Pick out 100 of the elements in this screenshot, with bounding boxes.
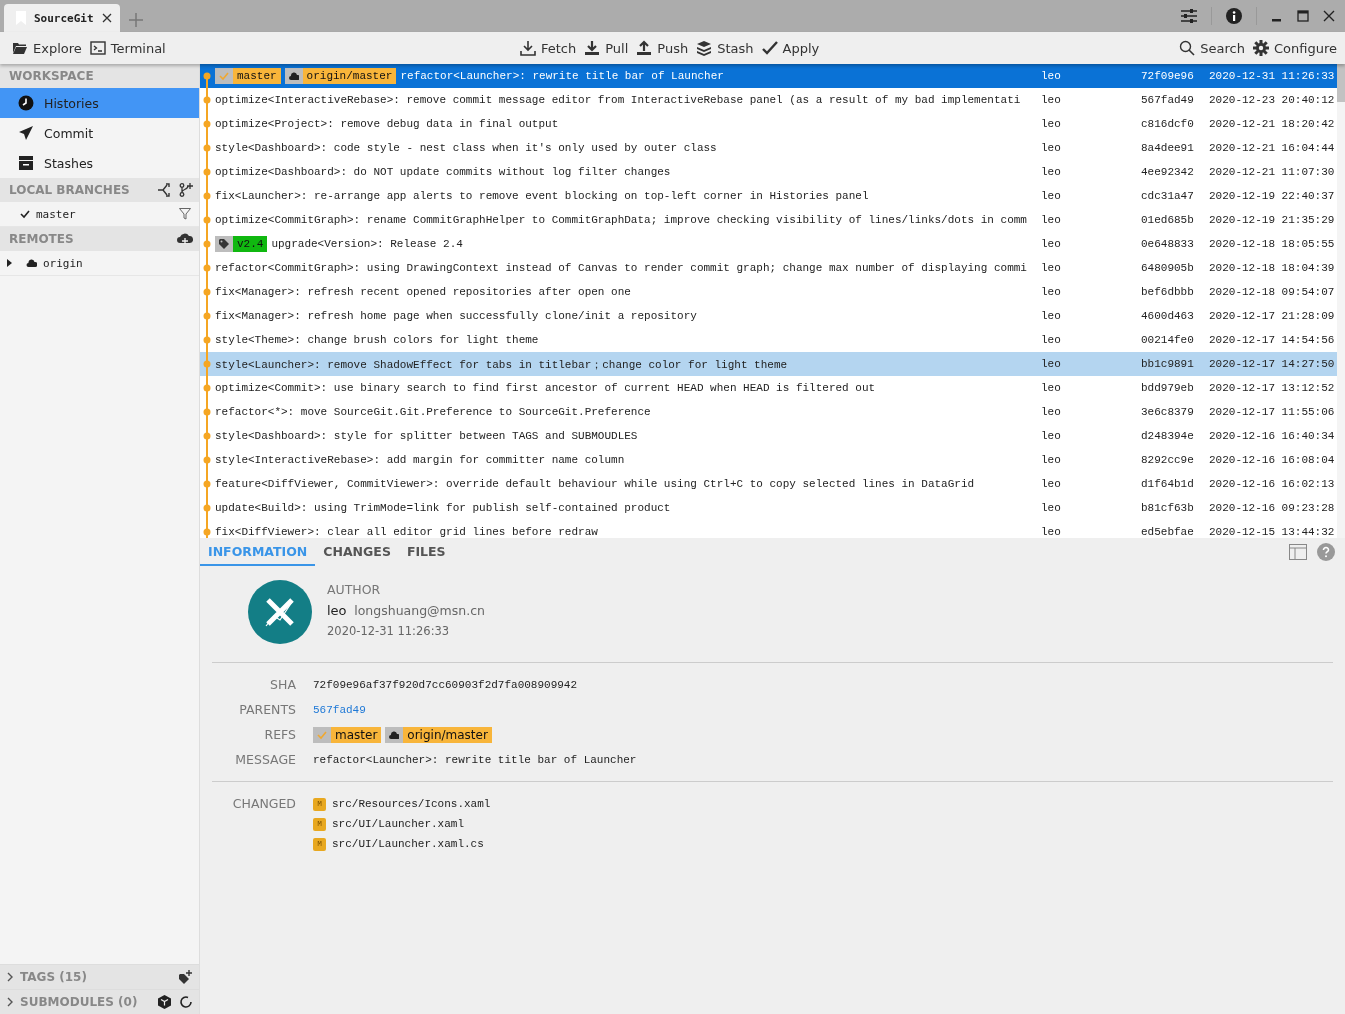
commit-author: leo xyxy=(1041,478,1062,490)
sidebar-item[interactable]: Stashes xyxy=(0,148,199,178)
toolbar-button[interactable]: Apply xyxy=(757,35,824,61)
commit-row[interactable]: v2.4 upgrade<Version>: Release 2.4 leo 0e648833 2020-12-18 18:05:55 xyxy=(200,232,1337,256)
commit-time: 2020-12-23 20:40:12 xyxy=(1209,94,1335,106)
field-label: PARENTS xyxy=(238,702,296,717)
close-icon[interactable] xyxy=(1323,10,1335,22)
ref-label: master xyxy=(331,726,382,743)
cube-icon[interactable] xyxy=(158,995,171,1009)
commit-row[interactable]: optimize<Project>: remove debug data in final output leo c816dcf0 2020-12-21 18:20:42 xyxy=(200,112,1337,136)
commit-message: optimize<Commit>: use binary search to find first ancestor of current HEAD when HEAD is filtered out xyxy=(215,382,876,394)
commit-sha: c816dcf0 xyxy=(1141,118,1195,130)
toolbar-button[interactable]: Pull xyxy=(580,35,633,61)
commit-sha: 4ee92342 xyxy=(1141,166,1195,178)
cloud-icon xyxy=(288,72,299,80)
commit-author: leo xyxy=(1041,526,1062,538)
new-branch-icon[interactable] xyxy=(179,183,193,197)
commit-row[interactable]: optimize<InteractiveRebase>: remove commit message editor from InteractiveRebase panel (as a result of my bad implementati leo 567fad49 2020-12-23 20:40:12 xyxy=(200,88,1337,112)
sliders-icon[interactable] xyxy=(1181,8,1197,24)
refresh-icon[interactable] xyxy=(179,995,193,1009)
help-icon[interactable] xyxy=(1317,543,1335,561)
close-icon[interactable] xyxy=(101,13,112,23)
branch-name[interactable]: master xyxy=(36,207,76,221)
commit-sha: ed5ebfae xyxy=(1141,526,1195,538)
commit-row[interactable]: optimize<CommitGraph>: rename CommitGraphHelper to CommitGraphData; improve checking visibility of lines/links/dots in comm leo 01ed685b 2020-12-19 21:35:29 xyxy=(200,208,1337,232)
toolbar-button[interactable]: Configure xyxy=(1249,35,1341,61)
commit-row[interactable]: update<Build>: using TrimMode=link for publish self-contained product leo b81cf63b 2020-12-16 09:23:28 xyxy=(200,496,1337,520)
commit-sha: 3e6c8379 xyxy=(1141,406,1195,418)
commit-sha: b81cf63b xyxy=(1141,502,1195,514)
commit-row[interactable]: style<InteractiveRebase>: add margin for committer name column leo 8292cc9e 2020-12-16 16:08:04 xyxy=(200,448,1337,472)
commit-sha: 567fad49 xyxy=(1141,94,1195,106)
ref-label: origin/master xyxy=(302,68,397,84)
toolbar-button[interactable]: Explore xyxy=(8,35,86,61)
settings-icon xyxy=(1253,40,1269,56)
commit-row[interactable]: optimize<Commit>: use binary search to find first ancestor of current HEAD when HEAD is filtered out leo bdd979eb 2020-12-17 13:12:52 xyxy=(200,376,1337,400)
commit-time: 2020-12-17 13:12:52 xyxy=(1209,382,1335,394)
commit-message: refactor<*>: move SourceGit.Git.Preference to SourceGit.Preference xyxy=(215,406,651,418)
cabinet-icon xyxy=(18,155,34,171)
tag-add-icon[interactable] xyxy=(179,970,193,984)
collapsed-arrow-icon[interactable] xyxy=(6,259,12,267)
scrollbar[interactable] xyxy=(1337,64,1345,102)
commit-time: 2020-12-16 09:23:28 xyxy=(1209,502,1335,514)
commit-author: leo xyxy=(1041,382,1062,394)
commit-row[interactable]: refactor<CommitGraph>: using DrawingContext instead of Canvas to render commit graph; change max number of displaying commi leo 6480905b 2020-12-18 18:04:39 xyxy=(200,256,1337,280)
commit-row[interactable]: optimize<Dashboard>: do NOT update commits without log filter changes leo 4ee92342 2020-12-21 11:07:30 xyxy=(200,160,1337,184)
commit-row[interactable]: style<Dashboard>: style for splitter between TAGS and SUBMOUDLES leo d248394e 2020-12-16 16:40:34 xyxy=(200,424,1337,448)
commit-row[interactable]: refactor<*>: move SourceGit.Git.Preference to SourceGit.Preference leo 3e6c8379 2020-12-17 11:55:06 xyxy=(200,400,1337,424)
commit-time: 2020-12-19 22:40:37 xyxy=(1209,190,1335,202)
commit-sha: 8292cc9e xyxy=(1141,454,1195,466)
field-value: refactor<Launcher>: rewrite title bar of Launcher xyxy=(313,753,637,766)
detail-tab[interactable]: FILES xyxy=(398,538,454,566)
sidebar-item[interactable]: Commit xyxy=(0,118,199,148)
section-title: REMOTES xyxy=(9,232,74,246)
remote-name[interactable]: origin xyxy=(43,256,83,270)
commit-sha: 8a4dee91 xyxy=(1141,142,1195,154)
check-icon xyxy=(761,40,778,56)
maximize-icon[interactable] xyxy=(1297,10,1309,22)
info-icon[interactable] xyxy=(1226,8,1242,24)
detail-tab[interactable]: CHANGES xyxy=(315,538,399,566)
commit-row[interactable]: fix<Manager>: refresh recent opened repositories after open one leo bef6dbbb 2020-12-18 09:54:07 xyxy=(200,280,1337,304)
check-icon xyxy=(219,71,229,81)
commit-row[interactable]: style<Dashboard>: code style - nest class when it's only used by outer class leo 8a4dee91 2020-12-21 16:04:44 xyxy=(200,136,1337,160)
layout-icon[interactable] xyxy=(1289,544,1307,560)
commit-sha: 01ed685b xyxy=(1141,214,1195,226)
toolbar-button[interactable]: Search xyxy=(1175,35,1249,61)
commit-time: 2020-12-17 11:55:06 xyxy=(1209,406,1335,418)
terminal-icon xyxy=(89,40,106,56)
commit-message: fix<Manager>: refresh recent opened repositories after open one xyxy=(215,286,631,298)
commit-row[interactable]: feature<DiffViewer, CommitViewer>: override default behaviour while using Ctrl+C to copy selected lines in DataGrid leo d1f64b1d 2020-12-16 16:02:13 xyxy=(200,472,1337,496)
file-path[interactable]: src/Resources/Icons.xaml xyxy=(332,798,491,810)
commit-row[interactable]: fix<Manager>: refresh home page when successfully clone/init a repository leo 4600d463 2020-12-17 21:28:09 xyxy=(200,304,1337,328)
commit-author: leo xyxy=(1041,454,1062,466)
toolbar-button[interactable]: Fetch xyxy=(516,35,581,61)
author-label: AUTHOR xyxy=(327,582,382,597)
file-path[interactable]: src/UI/Launcher.xaml xyxy=(332,818,465,830)
toolbar-button[interactable]: Terminal xyxy=(85,35,170,61)
commit-author: leo xyxy=(1041,70,1062,82)
pull-icon xyxy=(584,40,601,56)
sidebar-item[interactable]: Histories xyxy=(0,88,199,118)
commit-sha: 6480905b xyxy=(1141,262,1195,274)
commit-row[interactable]: style<Launcher>: remove ShadowEffect for tabs in titlebar；change color for light theme leo bb1c9891 2020-12-17 14:27:50 xyxy=(200,352,1337,376)
commit-row[interactable]: master origin/master refactor<Launcher>: rewrite title bar of Launcher leo 72f09e96 2020-12-31 11:26:33 xyxy=(200,64,1337,88)
commit-sha: bef6dbbb xyxy=(1141,286,1195,298)
commit-sha: 4600d463 xyxy=(1141,310,1195,322)
toolbar-button[interactable]: Push xyxy=(632,35,693,61)
field-label: MESSAGE xyxy=(234,752,296,767)
commit-author: leo xyxy=(1041,142,1062,154)
filter-icon[interactable] xyxy=(179,208,191,220)
cloud-add-icon[interactable] xyxy=(177,233,193,245)
commit-row[interactable]: style<Theme>: change brush colors for light theme leo 00214fe0 2020-12-17 14:54:56 xyxy=(200,328,1337,352)
repository-tab[interactable]: SourceGit xyxy=(4,4,120,32)
merge-icon[interactable] xyxy=(157,183,171,197)
folder-icon xyxy=(12,40,28,56)
parent-link[interactable]: 567fad49 xyxy=(313,703,366,716)
field-value: 72f09e96af37f920d7cc60903f2d7fa008909942 xyxy=(313,678,578,691)
commit-row[interactable]: fix<Launcher>: re-arrange app alerts to remove event blocking on top-left corner in Histories panel leo cdc31a47 2020-12-19 22:40:37 xyxy=(200,184,1337,208)
push-icon xyxy=(636,40,653,56)
toolbar-button[interactable]: Stash xyxy=(692,35,758,61)
commit-message: style<Dashboard>: code style - nest class when it's only used by outer class xyxy=(215,142,717,154)
file-path[interactable]: src/UI/Launcher.xaml.cs xyxy=(332,838,484,850)
